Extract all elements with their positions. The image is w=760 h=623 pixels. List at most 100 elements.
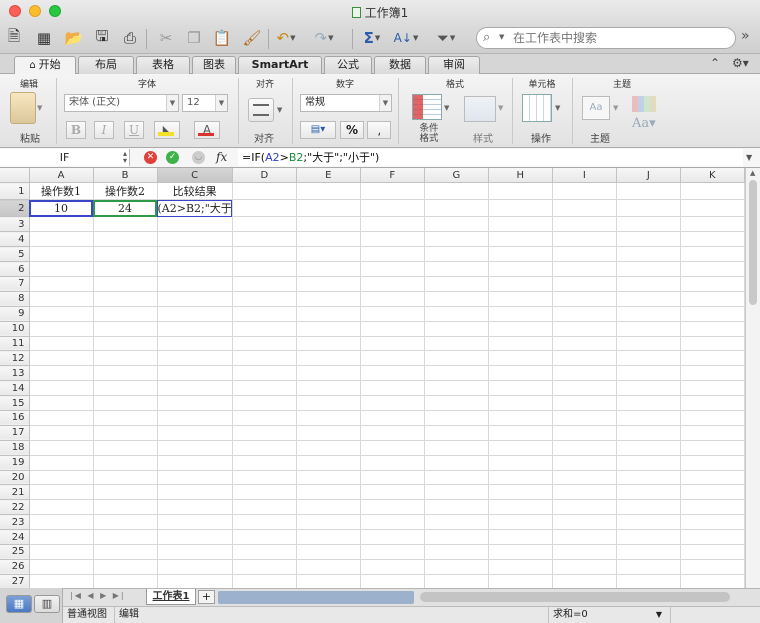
fx-icon[interactable]: fx	[216, 150, 227, 164]
row-header[interactable]: 13	[0, 365, 30, 382]
row-header[interactable]: 7	[0, 276, 30, 292]
cell-j27[interactable]	[616, 574, 681, 588]
cell-b15[interactable]	[93, 395, 158, 411]
cell-h18[interactable]	[488, 440, 553, 456]
cell-b27[interactable]	[93, 574, 158, 588]
cell-g11[interactable]	[424, 336, 489, 352]
cell-a17[interactable]	[29, 425, 94, 441]
cell-f20[interactable]	[360, 470, 425, 486]
cell-d23[interactable]	[232, 514, 297, 531]
cell-h21[interactable]	[488, 484, 553, 501]
cell-k11[interactable]	[680, 336, 745, 352]
cell-j19[interactable]	[616, 455, 681, 471]
cell-c12[interactable]	[157, 350, 233, 367]
cell-j8[interactable]	[616, 291, 681, 307]
cell-d13[interactable]	[232, 365, 297, 382]
cell-a3[interactable]	[29, 216, 94, 233]
cell-k7[interactable]	[680, 276, 745, 292]
cell-a21[interactable]	[29, 484, 94, 501]
cell-e18[interactable]	[296, 440, 361, 456]
open-icon[interactable]: 📂	[62, 26, 86, 50]
cancel-formula-button[interactable]: ✕	[144, 151, 157, 164]
cell-i7[interactable]	[552, 276, 617, 292]
tab-tables[interactable]: 表格	[136, 56, 190, 74]
cell-g7[interactable]	[424, 276, 489, 292]
select-all-corner[interactable]	[0, 168, 30, 184]
cell-i22[interactable]	[552, 499, 617, 516]
cell-a6[interactable]	[29, 261, 94, 277]
cell-b9[interactable]	[93, 306, 158, 322]
cell-k5[interactable]	[680, 246, 745, 263]
cell-k19[interactable]	[680, 455, 745, 471]
cell-f8[interactable]	[360, 291, 425, 307]
cell-k17[interactable]	[680, 425, 745, 441]
cell-c18[interactable]	[157, 440, 233, 456]
cell-k10[interactable]	[680, 321, 745, 337]
cell-d16[interactable]	[232, 410, 297, 426]
cell-k4[interactable]	[680, 231, 745, 248]
search-input[interactable]	[513, 30, 723, 46]
conditional-format-icon[interactable]	[412, 94, 442, 120]
cell-k27[interactable]	[680, 574, 745, 588]
cell-a11[interactable]	[29, 336, 94, 352]
cell-d20[interactable]	[232, 470, 297, 486]
cell-i19[interactable]	[552, 455, 617, 471]
cell-c14[interactable]	[157, 380, 233, 397]
cell-k2[interactable]	[680, 199, 745, 218]
cell-c20[interactable]	[157, 470, 233, 486]
cell-i11[interactable]	[552, 336, 617, 352]
cell-k16[interactable]	[680, 410, 745, 426]
cell-c25[interactable]	[157, 544, 233, 560]
sheet-tab-active[interactable]: 工作表1	[146, 589, 196, 605]
cell-e8[interactable]	[296, 291, 361, 307]
cell-h16[interactable]	[488, 410, 553, 426]
cell-d10[interactable]	[232, 321, 297, 337]
cell-d11[interactable]	[232, 336, 297, 352]
gear-icon[interactable]: ⚙▾	[732, 56, 749, 70]
cell-h12[interactable]	[488, 350, 553, 367]
cell-d4[interactable]	[232, 231, 297, 248]
tab-home[interactable]: ⌂ 开始	[14, 56, 76, 75]
tab-charts[interactable]: 图表	[192, 56, 236, 74]
cell-h1[interactable]	[488, 182, 553, 201]
fill-color-button[interactable]: ◣	[154, 121, 180, 139]
cell-f13[interactable]	[360, 365, 425, 382]
cell-d9[interactable]	[232, 306, 297, 322]
sort-icon[interactable]: A↓ ▼	[394, 26, 419, 50]
cell-a1[interactable]: 操作数1	[29, 182, 94, 201]
cell-f18[interactable]	[360, 440, 425, 456]
font-color-button[interactable]: A	[194, 121, 220, 139]
cell-b18[interactable]	[93, 440, 158, 456]
cell-h2[interactable]	[488, 199, 553, 218]
cell-b26[interactable]	[93, 559, 158, 575]
row-header[interactable]: 20	[0, 470, 30, 486]
print-icon[interactable]: ⎙	[118, 26, 142, 50]
cell-g3[interactable]	[424, 216, 489, 233]
row-header[interactable]: 26	[0, 559, 30, 575]
cell-f12[interactable]	[360, 350, 425, 367]
stepper-icon[interactable]: ▴ ▾	[123, 150, 127, 165]
vertical-scrollbar[interactable]: ▲	[745, 168, 760, 588]
cell-i24[interactable]	[552, 529, 617, 545]
cell-c2[interactable]: (A2>B2;"大于	[157, 199, 233, 218]
worksheet-grid[interactable]: A B C D E F G H I J K 1 操作数1 操作数2 比较结果 2 10 24 (A2>B2;"大于 3…	[0, 168, 745, 588]
page-layout-view-button[interactable]: ▥	[34, 595, 60, 613]
cell-h4[interactable]	[488, 231, 553, 248]
cell-f11[interactable]	[360, 336, 425, 352]
cell-c19[interactable]	[157, 455, 233, 471]
sheet-tab-scroll[interactable]	[218, 591, 414, 604]
cell-a2[interactable]: 10	[29, 199, 94, 218]
cell-k15[interactable]	[680, 395, 745, 411]
row-header[interactable]: 23	[0, 514, 30, 531]
cell-a26[interactable]	[29, 559, 94, 575]
cell-e19[interactable]	[296, 455, 361, 471]
cell-c17[interactable]	[157, 425, 233, 441]
column-header[interactable]: I	[552, 168, 617, 184]
copy-icon[interactable]: ❐	[182, 26, 206, 50]
cell-d15[interactable]	[232, 395, 297, 411]
cell-i21[interactable]	[552, 484, 617, 501]
cell-c1[interactable]: 比较结果	[157, 182, 233, 201]
name-box[interactable]: IF ▴ ▾	[0, 149, 130, 166]
cell-f6[interactable]	[360, 261, 425, 277]
cell-k14[interactable]	[680, 380, 745, 397]
